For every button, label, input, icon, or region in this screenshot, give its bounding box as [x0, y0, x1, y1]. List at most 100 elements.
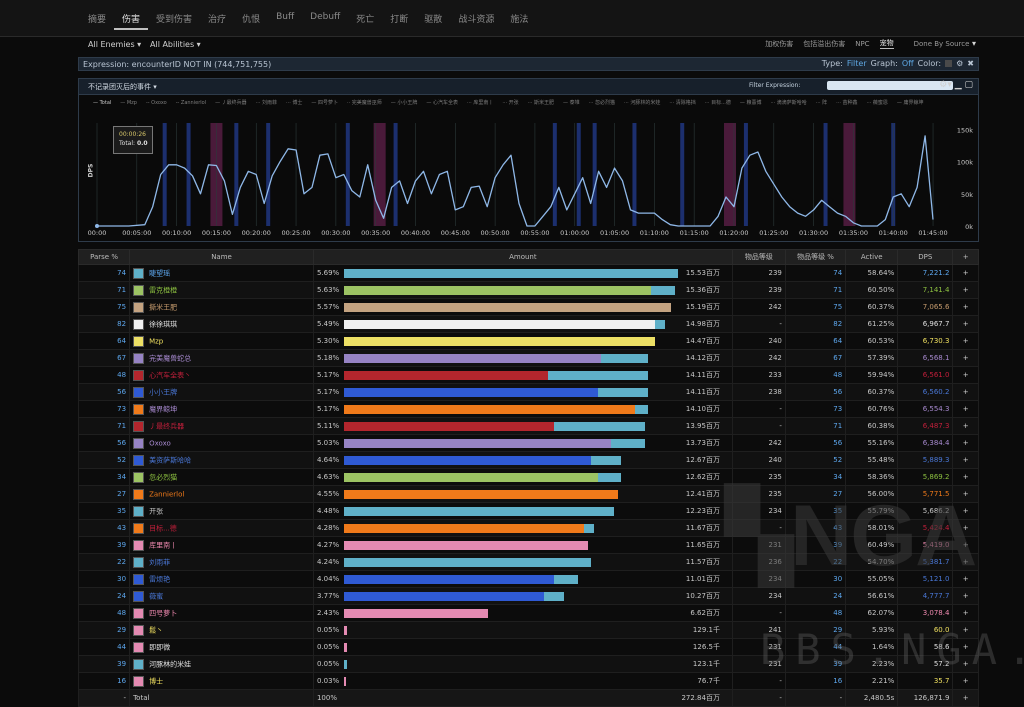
table-row[interactable]: 75 撕米王肥 5.57% 15.19百万 242 75 60.37% 7,065.6 + — [77, 298, 979, 316]
col-header-3[interactable]: 物品等级 — [731, 249, 786, 265]
name-cell[interactable]: 薇蜜 — [129, 587, 314, 605]
expand-button[interactable]: + — [952, 417, 979, 435]
player-name[interactable]: Oxoxo — [149, 439, 171, 447]
col-header-6[interactable]: DPS — [897, 249, 954, 265]
name-cell[interactable]: 目标...德 — [129, 519, 314, 537]
player-name[interactable]: 库里南丨 — [149, 541, 177, 549]
expand-button[interactable]: + — [952, 468, 979, 486]
table-row[interactable]: 22 刘雨菲 4.24% 11.57百万 236 22 54.70% 5,381.7 + — [77, 553, 979, 571]
expand-button[interactable]: + — [952, 655, 979, 673]
filter-option-3[interactable]: 宠物 — [879, 38, 894, 49]
name-cell[interactable]: 完美魔兽蛇总 — [129, 349, 314, 367]
tab-2[interactable]: 受到伤害 — [148, 9, 200, 30]
legend-item[interactable]: ··· 刘雨菲 — [256, 99, 277, 108]
expand-button[interactable]: + — [952, 587, 979, 605]
table-row[interactable]: 64 Mzp 5.30% 14.47百万 240 64 60.53% 6,730.3 + — [77, 332, 979, 350]
filter-option-1[interactable]: 包括溢出伤害 — [803, 39, 845, 49]
legend-item[interactable]: — 庸界鲸坤 — [897, 99, 924, 108]
player-name[interactable]: 心汽车全表丶 — [149, 371, 191, 379]
abilities-dropdown[interactable]: All Abilities ▾ — [150, 40, 201, 49]
tab-9[interactable]: 驱散 — [416, 9, 450, 30]
gear-icon[interactable]: ⚙ — [956, 59, 963, 68]
table-row[interactable]: 48 四号萝卜 2.43% 6.62百万 -48 62.07% 3,078.4 + — [77, 604, 979, 622]
player-name[interactable]: 完美魔兽蛇总 — [149, 354, 191, 362]
table-row[interactable]: 39 河豚林的米娃 0.05% 123.1千 231 39 2.23% 57.2 + — [77, 655, 979, 673]
name-cell[interactable]: 四号萝卜 — [129, 604, 314, 622]
col-header-4[interactable]: 物品等级 % — [784, 249, 847, 265]
legend-item[interactable]: ··· 阵 — [816, 99, 827, 108]
legend-item[interactable]: ··· 滴滴萨斯哈哈 — [770, 99, 806, 108]
legend-item[interactable]: ··· 苗种鑫 — [836, 99, 857, 108]
table-row[interactable]: 71 雷克橙橙 5.63% 15.36百万 239 71 60.50% 7,141.4 + — [77, 281, 979, 299]
expand-button[interactable]: + — [952, 519, 979, 537]
expand-button[interactable]: + — [952, 281, 979, 299]
legend-item[interactable]: — Total — [93, 99, 111, 108]
tab-8[interactable]: 打断 — [382, 9, 416, 30]
legend-item[interactable]: ··· 库里南丨 — [467, 99, 493, 108]
player-name[interactable]: 睫望瑶 — [149, 269, 170, 277]
table-row[interactable]: 56 小小王牌 5.17% 14.11百万 238 56 60.37% 6,560.2 + — [77, 383, 979, 401]
player-name[interactable]: 鬆丶 — [149, 626, 163, 634]
expand-button[interactable]: + — [952, 298, 979, 316]
expand-button[interactable]: + — [952, 621, 979, 639]
player-name[interactable]: Zannierlol — [149, 490, 184, 498]
player-name[interactable]: 博士 — [149, 677, 163, 685]
tab-10[interactable]: 战斗资源 — [450, 9, 502, 30]
legend-item[interactable]: ·· 完美魔兽巫师 — [347, 99, 382, 108]
expand-button[interactable]: + — [952, 315, 979, 333]
table-row[interactable]: 27 Zannierlol 4.55% 12.41百万 235 27 56.00% 5,771… — [77, 485, 979, 503]
name-cell[interactable]: Oxoxo — [129, 434, 314, 452]
player-name[interactable]: 目标...德 — [149, 524, 177, 532]
col-header-2[interactable]: Amount — [312, 249, 733, 265]
color-swatch-icon[interactable] — [945, 60, 953, 67]
table-row[interactable]: 43 目标...德 4.28% 11.67百万 -43 58.01% 5,424.4 + — [77, 519, 979, 537]
expand-button[interactable]: + — [952, 366, 979, 384]
player-name[interactable]: 河豚林的米娃 — [149, 660, 191, 668]
tab-7[interactable]: 死亡 — [348, 9, 382, 30]
name-cell[interactable]: Mzp — [129, 332, 314, 350]
legend-item[interactable]: — 小小王牌 — [391, 99, 418, 108]
col-header-7[interactable]: + — [952, 249, 979, 265]
table-row[interactable]: 29 鬆丶 0.05% 129.1千 241 29 5.93% 60.0 + — [77, 621, 979, 639]
legend-item[interactable]: ··· 开张 — [502, 99, 518, 108]
expand-button[interactable]: + — [952, 349, 979, 367]
graph-off-link[interactable]: Off — [902, 59, 914, 68]
close-icon[interactable]: ✖ — [967, 59, 974, 68]
expand-button[interactable]: + — [952, 672, 979, 690]
legend-item[interactable]: -- Zannierlol — [176, 99, 206, 108]
legend-item[interactable]: — 心汽车全表 — [426, 99, 458, 108]
tab-0[interactable]: 摘要 — [80, 9, 114, 30]
name-cell[interactable]: 徐徐琪琪 — [129, 315, 314, 333]
legend-item[interactable]: -- Oxoxo — [146, 99, 167, 108]
player-name[interactable]: 魔界鲸坤 — [149, 405, 177, 413]
legend-item[interactable]: — 四号萝卜 — [311, 99, 338, 108]
expand-button[interactable]: + — [952, 553, 979, 571]
table-row[interactable]: 73 魔界鲸坤 5.17% 14.10百万 -73 60.76% 6,554.3 + — [77, 400, 979, 418]
expand-button[interactable]: + — [952, 383, 979, 401]
player-name[interactable]: Mzp — [149, 337, 163, 345]
name-cell[interactable]: 小小王牌 — [129, 383, 314, 401]
expand-button[interactable]: + — [952, 332, 979, 350]
name-cell[interactable]: 博士 — [129, 672, 314, 690]
total-expand-button[interactable]: + — [952, 689, 979, 707]
type-filter-link[interactable]: Filter — [847, 59, 867, 68]
name-cell[interactable]: 撕米王肥 — [129, 298, 314, 316]
tab-11[interactable]: 施法 — [502, 9, 536, 30]
player-name[interactable]: 雷克橙橙 — [149, 286, 177, 294]
table-row[interactable]: 82 徐徐琪琪 5.49% 14.98百万 -82 61.25% 6,967.7 + — [77, 315, 979, 333]
col-header-0[interactable]: Parse % — [77, 249, 131, 265]
legend-item[interactable]: — 泰堆 — [563, 99, 580, 108]
name-cell[interactable]: 雷克橙橙 — [129, 281, 314, 299]
expand-button[interactable]: + — [952, 485, 979, 503]
filter-option-0[interactable]: 加权伤害 — [765, 39, 793, 49]
table-row[interactable]: 34 忽必烈猫 4.63% 12.62百万 235 34 58.36% 5,869.2 + — [77, 468, 979, 486]
expand-button[interactable]: + — [952, 570, 979, 588]
legend-item[interactable]: ··· 忽必烈猫 — [589, 99, 615, 108]
table-row[interactable]: 67 完美魔兽蛇总 5.18% 14.12百万 242 67 57.39% 6,568.1 + — [77, 349, 979, 367]
name-cell[interactable]: 即即微 — [129, 638, 314, 656]
player-name[interactable]: 即即微 — [149, 643, 170, 651]
player-name[interactable]: 美资萨斯哈哈 — [149, 456, 191, 464]
table-row[interactable]: 71 丿最终兵器 5.11% 13.95百万 -71 60.38% 6,487.3 + — [77, 417, 979, 435]
name-cell[interactable]: 刘雨菲 — [129, 553, 314, 571]
tab-5[interactable]: Buff — [268, 9, 302, 30]
